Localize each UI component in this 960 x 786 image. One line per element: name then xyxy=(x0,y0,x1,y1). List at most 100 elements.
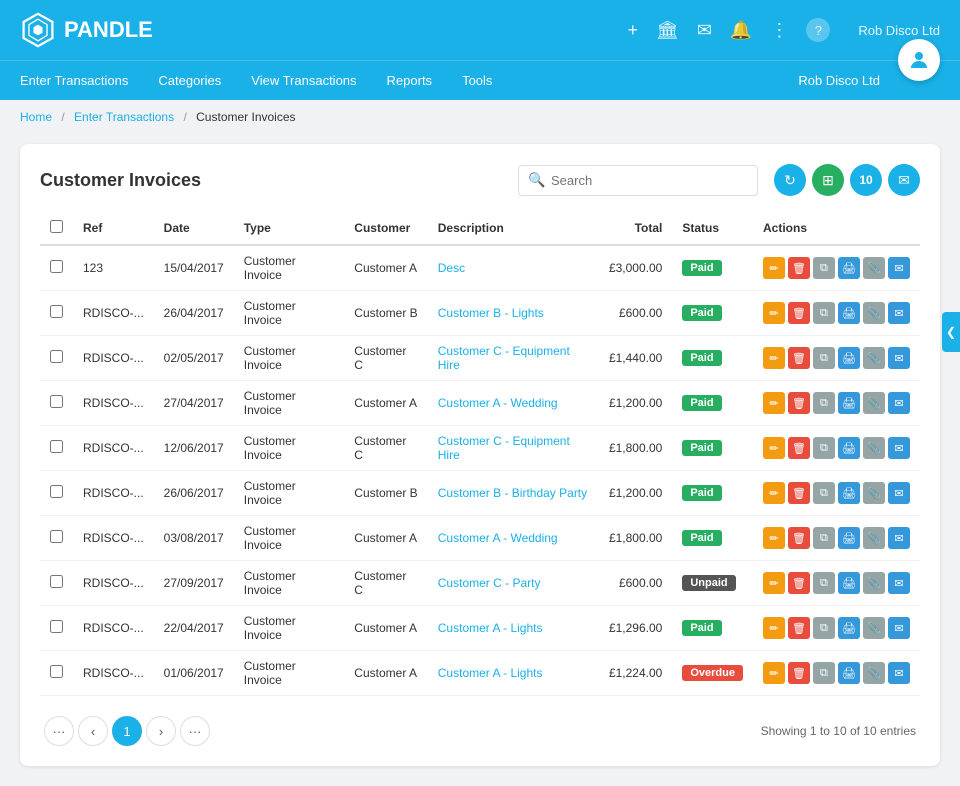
refresh-button[interactable]: ↻ xyxy=(774,164,806,196)
email-icon[interactable]: ✉ xyxy=(888,482,910,504)
attach-icon[interactable]: 📎 xyxy=(863,527,885,549)
attach-icon[interactable]: 📎 xyxy=(863,572,885,594)
copy-icon[interactable]: ⧉ xyxy=(813,302,835,324)
email-icon[interactable]: ✉ xyxy=(888,662,910,684)
print-icon[interactable]: 🖨 xyxy=(838,482,860,504)
bank-icon[interactable]: 🏛 xyxy=(656,20,679,41)
email-icon[interactable]: ✉ xyxy=(888,572,910,594)
count-button[interactable]: 10 xyxy=(850,164,882,196)
avatar[interactable] xyxy=(898,39,940,81)
delete-icon[interactable]: 🗑 xyxy=(788,617,810,639)
copy-icon[interactable]: ⧉ xyxy=(813,572,835,594)
print-icon[interactable]: 🖨 xyxy=(838,437,860,459)
email-icon[interactable]: ✉ xyxy=(888,302,910,324)
copy-icon[interactable]: ⧉ xyxy=(813,437,835,459)
email-icon[interactable]: ✉ xyxy=(888,392,910,414)
copy-icon[interactable]: ⧉ xyxy=(813,527,835,549)
row-checkbox[interactable] xyxy=(50,530,63,543)
logo[interactable]: PANDLE xyxy=(20,12,153,48)
row-checkbox[interactable] xyxy=(50,440,63,453)
print-icon[interactable]: 🖨 xyxy=(838,392,860,414)
edit-icon[interactable]: ✏ xyxy=(763,572,785,594)
edit-icon[interactable]: ✏ xyxy=(763,257,785,279)
copy-icon[interactable]: ⧉ xyxy=(813,482,835,504)
attach-icon[interactable]: 📎 xyxy=(863,617,885,639)
print-icon[interactable]: 🖨 xyxy=(838,347,860,369)
page-btn-ellipsis-right[interactable]: ··· xyxy=(180,716,210,746)
row-checkbox[interactable] xyxy=(50,665,63,678)
row-description-link[interactable]: Customer C - Equipment Hire xyxy=(438,344,570,372)
delete-icon[interactable]: 🗑 xyxy=(788,257,810,279)
attach-icon[interactable]: 📎 xyxy=(863,302,885,324)
nav-reports[interactable]: Reports xyxy=(387,65,433,96)
delete-icon[interactable]: 🗑 xyxy=(788,437,810,459)
print-icon[interactable]: 🖨 xyxy=(838,302,860,324)
search-input[interactable] xyxy=(518,165,758,196)
row-description-link[interactable]: Customer A - Lights xyxy=(438,666,543,680)
email-icon[interactable]: ✉ xyxy=(888,617,910,639)
page-btn-next[interactable]: › xyxy=(146,716,176,746)
delete-icon[interactable]: 🗑 xyxy=(788,347,810,369)
edit-icon[interactable]: ✏ xyxy=(763,482,785,504)
attach-icon[interactable]: 📎 xyxy=(863,482,885,504)
plus-icon[interactable]: + xyxy=(627,20,638,41)
attach-icon[interactable]: 📎 xyxy=(863,392,885,414)
delete-icon[interactable]: 🗑 xyxy=(788,527,810,549)
email-icon[interactable]: ✉ xyxy=(888,257,910,279)
row-checkbox[interactable] xyxy=(50,620,63,633)
delete-icon[interactable]: 🗑 xyxy=(788,482,810,504)
row-description-link[interactable]: Customer A - Wedding xyxy=(438,531,558,545)
edit-icon[interactable]: ✏ xyxy=(763,437,785,459)
help-icon[interactable]: ? xyxy=(806,18,830,42)
copy-icon[interactable]: ⧉ xyxy=(813,662,835,684)
grid-button[interactable]: ⊞ xyxy=(812,164,844,196)
page-btn-1[interactable]: 1 xyxy=(112,716,142,746)
row-description-link[interactable]: Customer C - Equipment Hire xyxy=(438,434,570,462)
delete-icon[interactable]: 🗑 xyxy=(788,392,810,414)
row-description-link[interactable]: Customer A - Lights xyxy=(438,621,543,635)
row-description-link[interactable]: Customer A - Wedding xyxy=(438,396,558,410)
row-checkbox[interactable] xyxy=(50,305,63,318)
row-checkbox[interactable] xyxy=(50,260,63,273)
bell-icon[interactable]: 🔔 xyxy=(730,20,752,41)
edit-icon[interactable]: ✏ xyxy=(763,617,785,639)
select-all-checkbox[interactable] xyxy=(50,220,63,233)
edit-icon[interactable]: ✏ xyxy=(763,527,785,549)
email-icon[interactable]: ✉ xyxy=(888,437,910,459)
edit-icon[interactable]: ✏ xyxy=(763,662,785,684)
nav-view-transactions[interactable]: View Transactions xyxy=(251,65,356,96)
copy-icon[interactable]: ⧉ xyxy=(813,257,835,279)
edit-icon[interactable]: ✏ xyxy=(763,392,785,414)
nav-categories[interactable]: Categories xyxy=(158,65,221,96)
page-btn-ellipsis-left[interactable]: ··· xyxy=(44,716,74,746)
copy-icon[interactable]: ⧉ xyxy=(813,347,835,369)
nav-enter-transactions[interactable]: Enter Transactions xyxy=(20,65,128,96)
side-toggle[interactable]: ❮ xyxy=(942,312,960,352)
email-icon[interactable]: ✉ xyxy=(888,347,910,369)
row-checkbox[interactable] xyxy=(50,350,63,363)
edit-icon[interactable]: ✏ xyxy=(763,302,785,324)
delete-icon[interactable]: 🗑 xyxy=(788,572,810,594)
more-icon[interactable]: ⋮ xyxy=(770,20,788,41)
attach-icon[interactable]: 📎 xyxy=(863,437,885,459)
print-icon[interactable]: 🖨 xyxy=(838,617,860,639)
breadcrumb-home[interactable]: Home xyxy=(20,110,52,124)
bulk-email-button[interactable]: ✉ xyxy=(888,164,920,196)
delete-icon[interactable]: 🗑 xyxy=(788,662,810,684)
row-checkbox[interactable] xyxy=(50,395,63,408)
print-icon[interactable]: 🖨 xyxy=(838,662,860,684)
row-checkbox[interactable] xyxy=(50,575,63,588)
delete-icon[interactable]: 🗑 xyxy=(788,302,810,324)
edit-icon[interactable]: ✏ xyxy=(763,347,785,369)
copy-icon[interactable]: ⧉ xyxy=(813,617,835,639)
row-description-link[interactable]: Customer B - Lights xyxy=(438,306,544,320)
email-icon[interactable]: ✉ xyxy=(888,527,910,549)
row-description-link[interactable]: Customer B - Birthday Party xyxy=(438,486,587,500)
attach-icon[interactable]: 📎 xyxy=(863,662,885,684)
row-description-link[interactable]: Desc xyxy=(438,261,465,275)
copy-icon[interactable]: ⧉ xyxy=(813,392,835,414)
print-icon[interactable]: 🖨 xyxy=(838,572,860,594)
attach-icon[interactable]: 📎 xyxy=(863,347,885,369)
print-icon[interactable]: 🖨 xyxy=(838,257,860,279)
row-checkbox[interactable] xyxy=(50,485,63,498)
